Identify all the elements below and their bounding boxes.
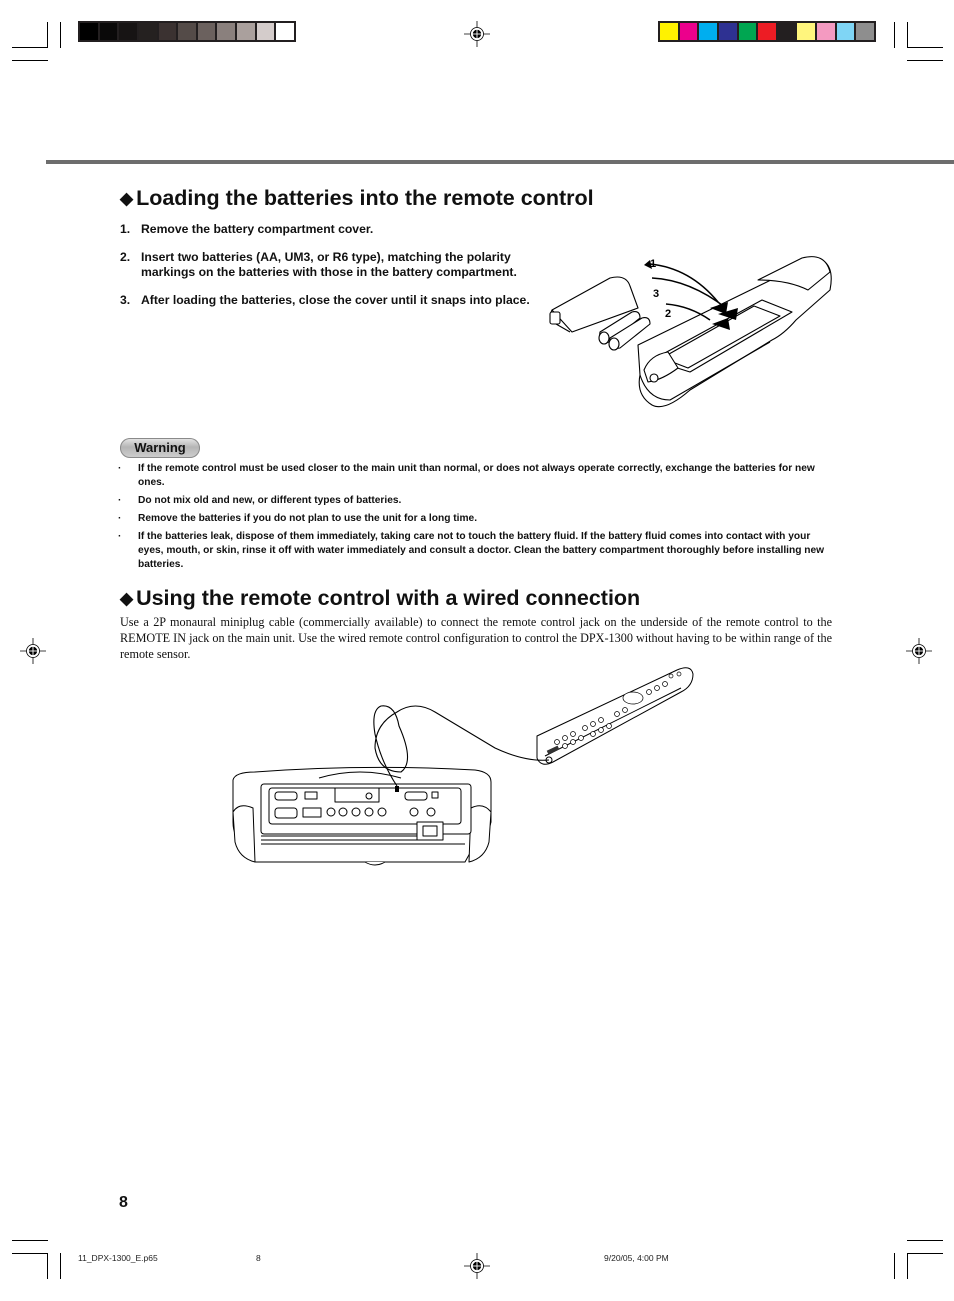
color-swatch <box>856 23 875 40</box>
color-swatch <box>679 23 698 40</box>
color-swatch <box>758 23 776 40</box>
footer-page: 8 <box>256 1253 261 1263</box>
color-swatch <box>119 23 137 40</box>
crop-line <box>12 47 48 48</box>
warning-text: If the remote control must be used close… <box>138 463 815 488</box>
color-swatch <box>660 23 678 40</box>
color-swatch <box>197 23 216 40</box>
footer-timestamp: 9/20/05, 4:00 PM <box>604 1253 669 1263</box>
color-swatch <box>237 23 255 40</box>
crop-line <box>12 1253 48 1254</box>
bullet-icon: · <box>118 463 122 474</box>
figure-label-3: 3 <box>653 288 659 300</box>
figure-label-1: 1 <box>650 258 656 270</box>
battery-loading-illustration: 1 3 2 <box>549 256 832 408</box>
battery-steps-list: 1. Remove the battery compartment cover. … <box>120 222 530 320</box>
crop-line <box>12 1240 48 1241</box>
warning-item: · If the batteries leak, dispose of them … <box>118 530 838 572</box>
color-swatch <box>718 23 737 40</box>
registration-target-icon <box>906 638 932 664</box>
registration-target-icon <box>464 21 490 47</box>
color-swatch <box>217 23 236 40</box>
header-rule <box>46 160 954 164</box>
section-title-text: Using the remote control with a wired co… <box>136 586 641 610</box>
color-calibration-bar <box>658 21 876 42</box>
step-item: 2. Insert two batteries (AA, UM3, or R6 t… <box>120 250 530 281</box>
color-swatch <box>256 23 275 40</box>
crop-line <box>60 1253 61 1279</box>
section-title-loading-batteries: ◆ Loading the batteries into the remote c… <box>120 186 594 211</box>
crop-line <box>907 1253 943 1254</box>
warning-item: · If the remote control must be used clos… <box>118 462 838 490</box>
step-text: After loading the batteries, close the c… <box>141 292 530 307</box>
crop-line <box>894 1253 895 1279</box>
step-item: 3. After loading the batteries, close the… <box>120 293 530 309</box>
color-swatch <box>777 23 796 40</box>
warning-text: Do not mix old and new, or different typ… <box>138 495 402 506</box>
color-swatch <box>817 23 835 40</box>
bullet-icon: · <box>118 495 122 506</box>
color-swatch <box>276 23 295 40</box>
crop-line <box>894 22 895 48</box>
crop-line <box>907 22 908 48</box>
warning-badge: Warning <box>120 438 200 458</box>
diamond-bullet-icon: ◆ <box>120 589 134 608</box>
crop-line <box>907 47 943 48</box>
section-title-wired-connection: ◆ Using the remote control with a wired c… <box>120 586 640 611</box>
step-text: Remove the battery compartment cover. <box>141 222 374 236</box>
wired-remote-illustration <box>232 667 694 866</box>
crop-line <box>12 60 48 61</box>
footer-filename: 11_DPX-1300_E.p65 <box>78 1253 158 1263</box>
crop-line <box>47 22 48 48</box>
crop-line <box>60 22 61 48</box>
step-number: 2. <box>120 249 131 264</box>
warning-text: Remove the batteries if you do not plan … <box>138 513 478 524</box>
bullet-icon: · <box>118 513 122 524</box>
color-swatch <box>797 23 816 40</box>
warning-item: · Do not mix old and new, or different ty… <box>118 494 838 508</box>
step-number: 3. <box>120 292 131 307</box>
warning-item: · Remove the batteries if you do not plan… <box>118 512 838 526</box>
registration-target-icon <box>464 1253 490 1279</box>
figure-label-2: 2 <box>665 308 671 320</box>
color-swatch <box>178 23 196 40</box>
section-title-text: Loading the batteries into the remote co… <box>136 186 594 210</box>
diamond-bullet-icon: ◆ <box>120 189 134 208</box>
page-number: 8 <box>119 1194 128 1211</box>
bullet-icon: · <box>118 531 122 542</box>
grayscale-calibration-bar <box>78 21 296 42</box>
color-swatch <box>738 23 757 40</box>
registration-target-icon <box>20 638 46 664</box>
crop-line <box>907 1240 943 1241</box>
step-text: Insert two batteries (AA, UM3, or R6 typ… <box>141 249 517 280</box>
color-swatch <box>99 23 118 40</box>
crop-line <box>47 1253 48 1279</box>
color-swatch <box>80 23 98 40</box>
color-swatch <box>699 23 717 40</box>
crop-line <box>907 1253 908 1279</box>
crop-line <box>907 60 943 61</box>
color-swatch <box>138 23 157 40</box>
step-item: 1. Remove the battery compartment cover. <box>120 222 530 238</box>
color-swatch <box>158 23 177 40</box>
step-number: 1. <box>120 222 131 236</box>
warning-list: · If the remote control must be used clos… <box>118 462 838 576</box>
wired-connection-description: Use a 2P monaural miniplug cable (commer… <box>120 615 832 661</box>
color-swatch <box>836 23 855 40</box>
warning-text: If the batteries leak, dispose of them i… <box>138 531 825 570</box>
